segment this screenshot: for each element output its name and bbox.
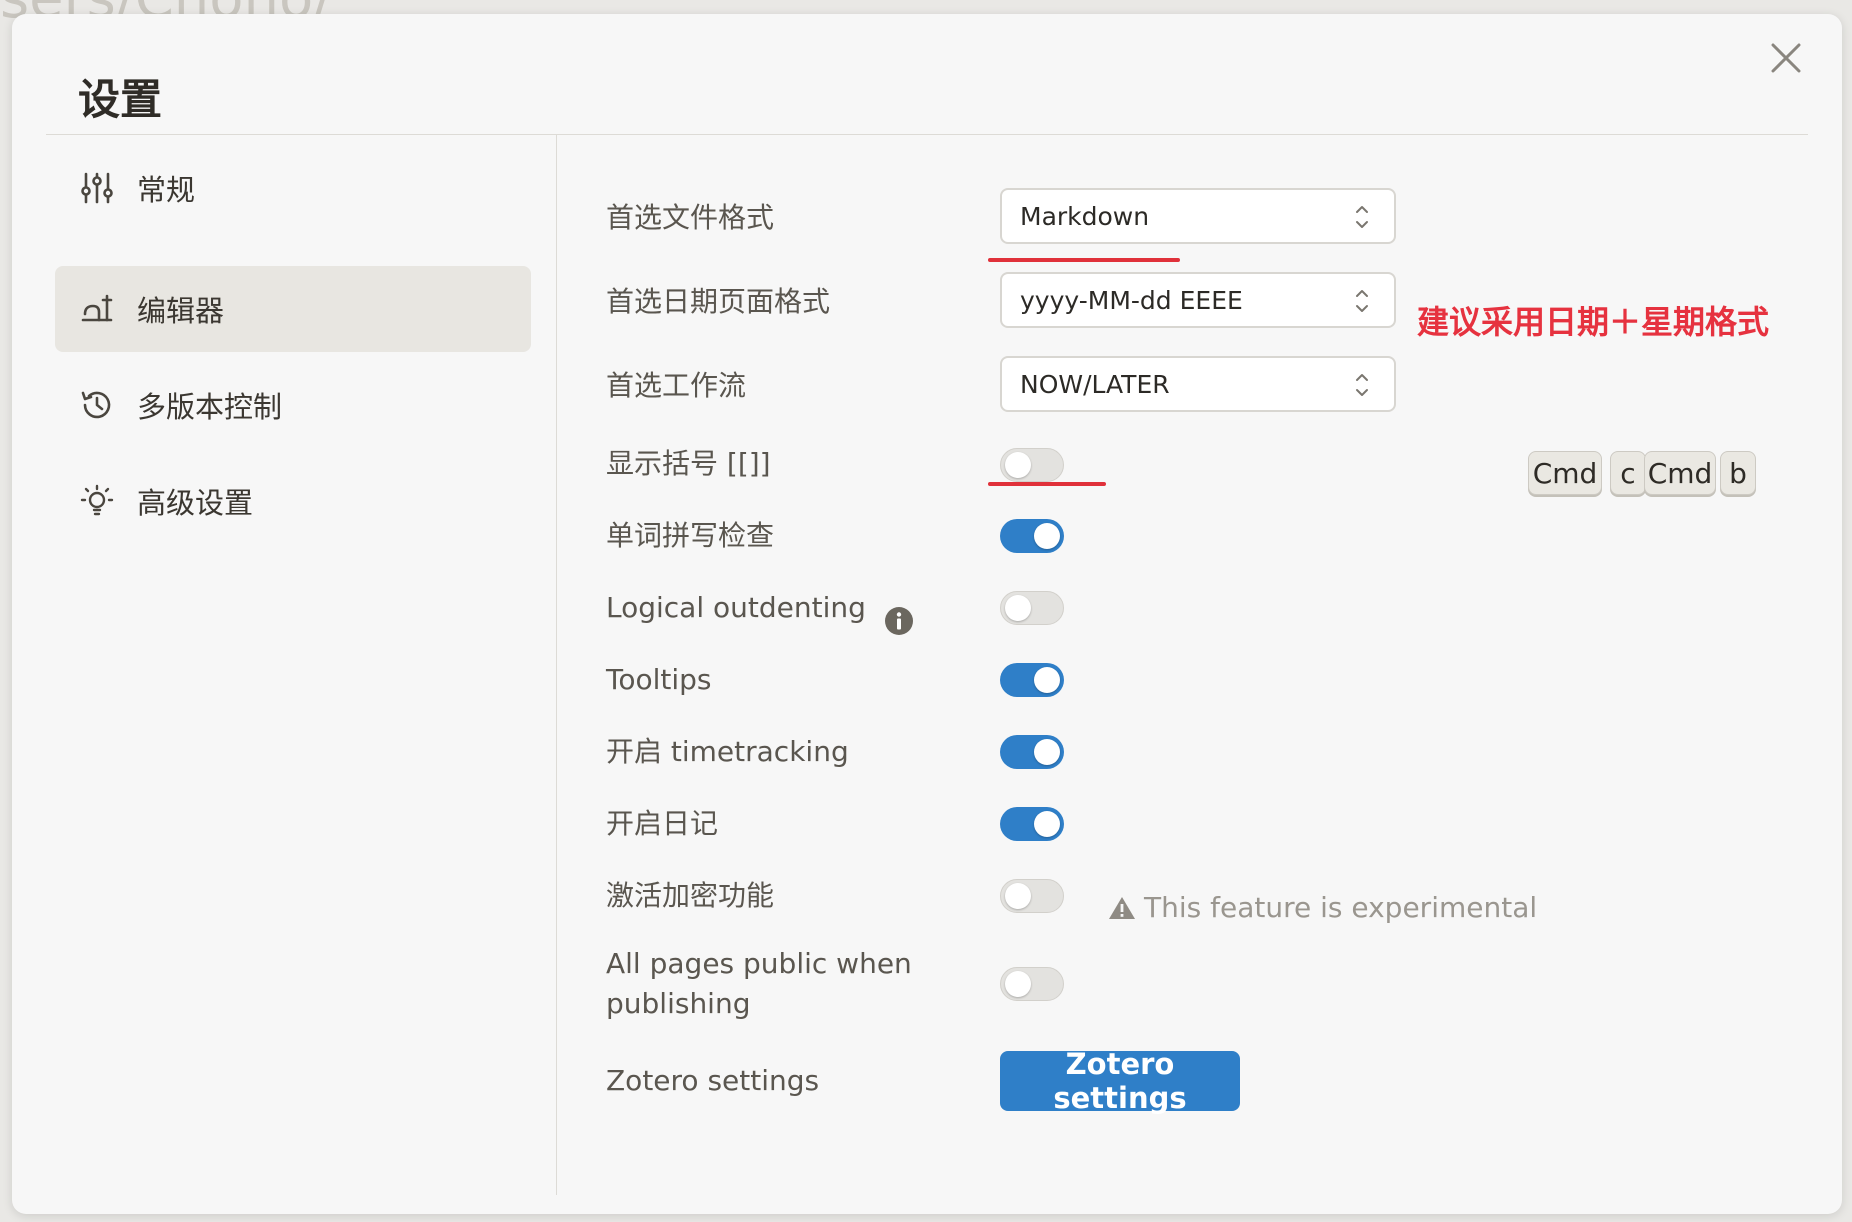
shortcut-key: Cmd: [1528, 451, 1602, 495]
toggle-knob: [1034, 739, 1060, 765]
sidebar-divider: [556, 135, 557, 1195]
public-pages-label-line1: All pages public when: [606, 947, 912, 980]
sliders-icon: [77, 168, 117, 208]
file-format-label: 首选文件格式: [606, 201, 775, 234]
public-pages-toggle[interactable]: [1000, 967, 1064, 1001]
timetracking-toggle[interactable]: [1000, 735, 1064, 769]
date-format-select[interactable]: yyyy-MM-dd EEEE: [1000, 272, 1396, 328]
toggle-knob: [1005, 595, 1031, 621]
settings-modal: 设置 常规 编辑器 多版本控制 高级设置 首选文件格式 Markdown 首选日…: [12, 14, 1842, 1214]
select-value: NOW/LATER: [1020, 369, 1170, 399]
tooltips-label: Tooltips: [606, 663, 712, 696]
journal-toggle[interactable]: [1000, 807, 1064, 841]
shortcut-key: b: [1720, 451, 1756, 495]
warning-icon: [1109, 896, 1135, 919]
shortcut-key: c: [1610, 451, 1646, 495]
chevron-updown-icon: [1356, 374, 1368, 396]
spell-check-label: 单词拼写检查: [606, 519, 775, 552]
toggle-knob: [1034, 811, 1060, 837]
lightbulb-icon: [77, 481, 117, 521]
toggle-knob: [1034, 667, 1060, 693]
logical-outdenting-toggle[interactable]: [1000, 591, 1064, 625]
sidebar-item-advanced[interactable]: 高级设置: [55, 458, 531, 544]
header-divider: [46, 134, 1808, 135]
sidebar-item-version-control[interactable]: 多版本控制: [55, 362, 531, 448]
encryption-label: 激活加密功能: [606, 879, 775, 912]
sidebar-item-general[interactable]: 常规: [55, 145, 531, 231]
show-brackets-toggle[interactable]: [1000, 448, 1064, 482]
logical-outdenting-label: Logical outdenting: [606, 591, 866, 624]
toggle-knob: [1005, 971, 1031, 997]
sidebar-item-label: 高级设置: [137, 486, 254, 520]
show-brackets-label: 显示括号 [[]]: [606, 447, 771, 480]
encryption-toggle[interactable]: [1000, 879, 1064, 913]
zotero-settings-button[interactable]: Zotero settings: [1000, 1047, 1240, 1115]
workflow-label: 首选工作流: [606, 369, 747, 402]
toggle-knob: [1034, 523, 1060, 549]
sidebar-item-label: 常规: [137, 173, 196, 207]
close-button[interactable]: [1764, 36, 1808, 80]
modal-title: 设置: [78, 75, 163, 124]
select-value: Markdown: [1020, 201, 1150, 231]
info-icon[interactable]: [884, 606, 914, 636]
file-format-select[interactable]: Markdown: [1000, 188, 1396, 244]
editor-icon: [77, 289, 117, 329]
annotation-text: 建议采用日期＋星期格式: [1417, 303, 1770, 341]
public-pages-label: All pages public when publishing: [606, 944, 912, 1024]
timetracking-label: 开启 timetracking: [606, 735, 849, 768]
warning-text: This feature is experimental: [1144, 891, 1538, 924]
workflow-select[interactable]: NOW/LATER: [1000, 356, 1396, 412]
history-icon: [77, 385, 117, 425]
journal-label: 开启日记: [606, 807, 719, 840]
spell-check-toggle[interactable]: [1000, 519, 1064, 553]
chevron-updown-icon: [1356, 290, 1368, 312]
sidebar-item-label: 多版本控制: [137, 390, 283, 424]
sidebar-item-label: 编辑器: [137, 294, 225, 328]
red-annotation-underline: [988, 482, 1106, 486]
select-value: yyyy-MM-dd EEEE: [1020, 285, 1243, 315]
close-icon: [1771, 43, 1801, 73]
sidebar-item-editor[interactable]: 编辑器: [55, 266, 531, 352]
zotero-label: Zotero settings: [606, 1064, 820, 1097]
toggle-knob: [1005, 452, 1031, 478]
chevron-updown-icon: [1356, 206, 1368, 228]
experimental-warning: This feature is experimental: [1108, 891, 1537, 924]
date-format-label: 首选日期页面格式: [606, 285, 831, 318]
toggle-knob: [1005, 883, 1031, 909]
red-annotation-underline: [988, 258, 1180, 262]
tooltips-toggle[interactable]: [1000, 663, 1064, 697]
shortcut-key: Cmd: [1644, 451, 1716, 495]
public-pages-label-line2: publishing: [606, 987, 751, 1020]
